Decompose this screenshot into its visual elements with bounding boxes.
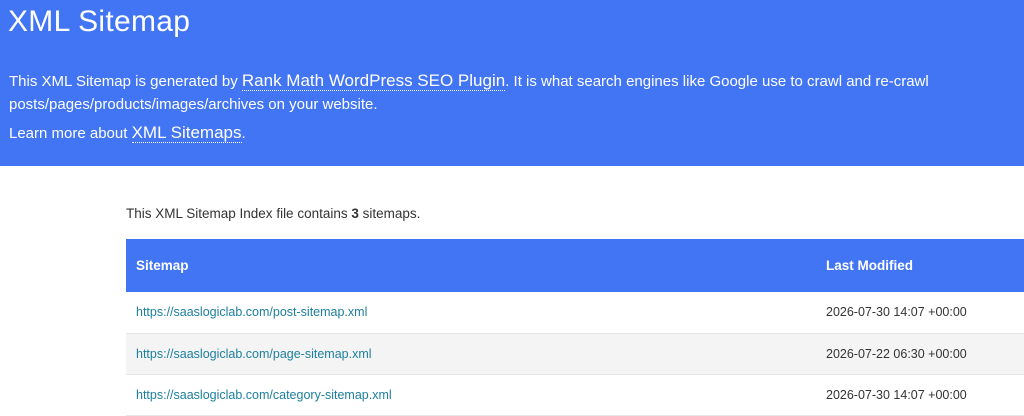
summary-suffix: sitemaps. [358, 206, 421, 221]
sitemap-count: 3 [351, 206, 359, 221]
xml-sitemaps-link[interactable]: XML Sitemaps [131, 123, 242, 143]
sitemap-link[interactable]: https://saaslogiclab.com/page-sitemap.xm… [136, 347, 372, 361]
column-header-sitemap: Sitemap [136, 258, 189, 273]
rank-math-plugin-link[interactable]: Rank Math WordPress SEO Plugin [241, 71, 506, 91]
table-row: https://saaslogiclab.com/post-sitemap.xm… [126, 292, 1024, 333]
table-row: https://saaslogiclab.com/page-sitemap.xm… [126, 333, 1024, 374]
last-modified-cell: 2026-07-30 14:07 +00:00 [826, 305, 967, 320]
table-header-row: Sitemap Last Modified [126, 239, 1024, 292]
sitemap-count-summary: This XML Sitemap Index file contains 3 s… [126, 203, 1024, 225]
learn-more-text: Learn more about XML Sitemaps. [9, 121, 246, 145]
main-content: This XML Sitemap Index file contains 3 s… [126, 203, 1024, 415]
column-header-last-modified: Last Modified [826, 258, 913, 273]
intro-prefix: This XML Sitemap is generated by [9, 73, 242, 90]
page-title: XML Sitemap [8, 5, 191, 38]
last-modified-cell: 2026-07-30 14:07 +00:00 [826, 387, 967, 402]
learn-suffix: . [241, 125, 246, 142]
page-header: XML Sitemap This XML Sitemap is generate… [0, 0, 1024, 166]
learn-prefix: Learn more about [9, 125, 132, 142]
sitemap-link[interactable]: https://saaslogiclab.com/post-sitemap.xm… [136, 305, 367, 319]
intro-text: This XML Sitemap is generated by Rank Ma… [9, 69, 1024, 116]
last-modified-cell: 2026-07-22 06:30 +00:00 [826, 346, 967, 361]
table-row: https://saaslogiclab.com/category-sitema… [126, 374, 1024, 415]
sitemap-link[interactable]: https://saaslogiclab.com/category-sitema… [136, 388, 392, 402]
summary-prefix: This XML Sitemap Index file contains [126, 206, 352, 221]
sitemap-table: Sitemap Last Modified https://saaslogicl… [126, 239, 1024, 416]
